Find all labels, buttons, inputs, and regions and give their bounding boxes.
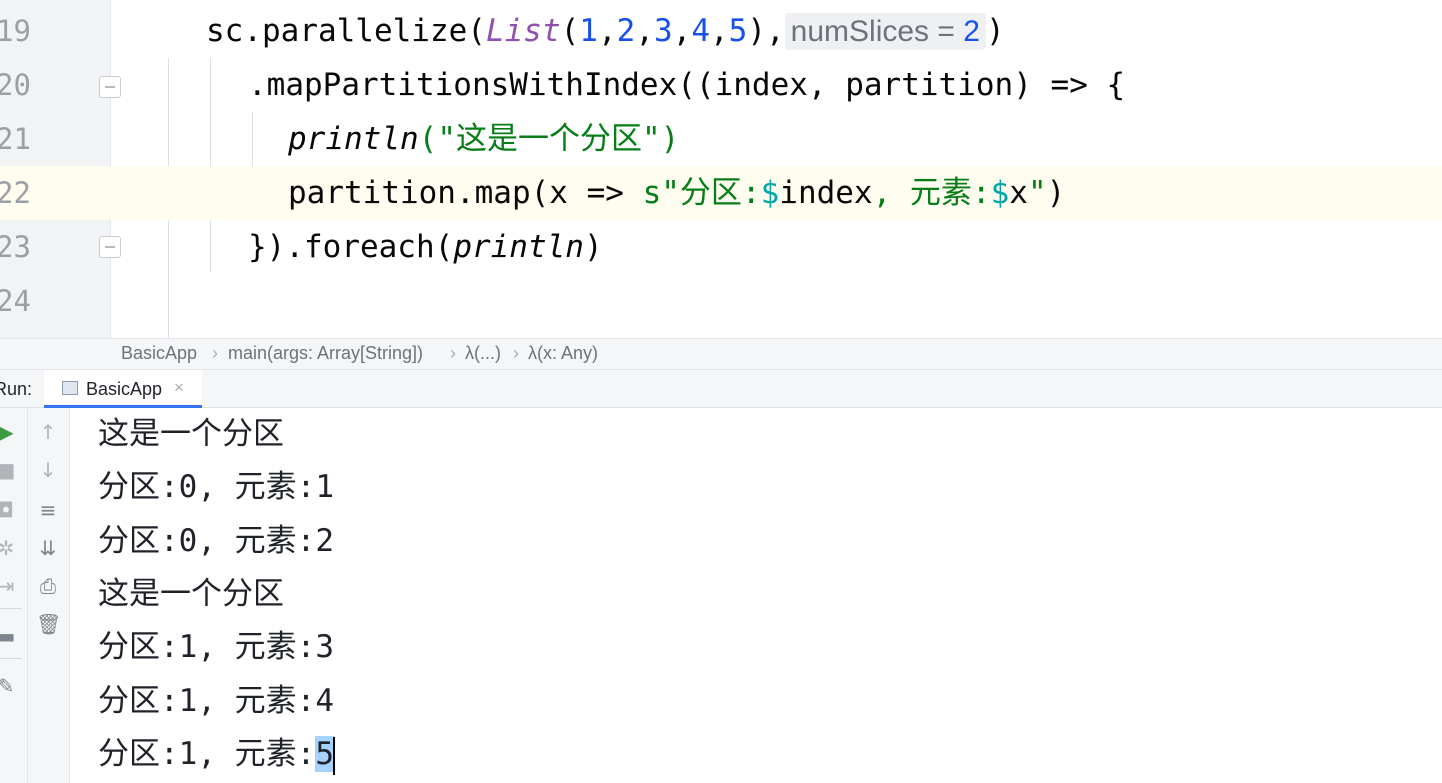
print-icon[interactable]: ⎙	[36, 576, 60, 596]
code-number: 2	[616, 13, 636, 49]
breadcrumb-item[interactable]: λ(x: Any)	[528, 343, 598, 364]
soft-wrap-icon[interactable]: ≡	[36, 500, 60, 520]
breadcrumb-item[interactable]: main(args: Array[String])	[228, 343, 423, 364]
code-editor[interactable]: 19 20 21 22 23 24 sc.parallelize(List(1,…	[0, 0, 1442, 338]
line-number: 23	[0, 230, 31, 264]
console-icon	[62, 381, 78, 395]
camera-icon[interactable]: ◘	[0, 500, 18, 520]
line-number: 24	[0, 284, 31, 318]
scroll-to-end-icon[interactable]: ⇊	[36, 538, 60, 558]
text-caret	[333, 736, 335, 775]
arrow-down-icon[interactable]: ↓	[36, 460, 60, 480]
line-number: 19	[0, 14, 31, 48]
fold-collapse-icon[interactable]	[99, 76, 121, 98]
pin-icon[interactable]: ✎	[0, 676, 18, 696]
close-tab-icon[interactable]: ×	[174, 378, 184, 398]
code-number: 5	[728, 13, 748, 49]
code-token: x	[1009, 175, 1028, 211]
code-token-function: println	[453, 229, 584, 265]
code-token: }).foreach(	[248, 229, 454, 265]
code-number: 1	[579, 13, 598, 49]
code-token-type: List	[485, 13, 561, 49]
code-interpolation: $	[990, 175, 1010, 211]
debug-icon[interactable]: ✲	[0, 538, 18, 558]
code-line-19[interactable]: sc.parallelize(List(1,2,3,4,5), numSlices…	[206, 4, 1442, 58]
code-string: "	[1027, 175, 1047, 211]
exit-icon[interactable]: ⇥	[0, 576, 18, 596]
code-token: index	[779, 175, 873, 211]
run-toolbar-primary: ▶ ■ ◘ ✲ ⇥ ▬ ✎	[0, 408, 28, 783]
code-line-21[interactable]: println("这是一个分区")	[288, 112, 1442, 166]
breadcrumb-item[interactable]: λ(...)	[465, 343, 501, 364]
run-console[interactable]: ▶ ■ ◘ ✲ ⇥ ▬ ✎ ↑ ↓ ≡ ⇊ ⎙ 🗑 这是一个分区 分区:0, 元…	[0, 408, 1442, 783]
code-token: .mapPartitionsWithIndex((index, partitio…	[248, 67, 1126, 103]
run-toolbar-secondary: ↑ ↓ ≡ ⇊ ⎙ 🗑	[28, 408, 70, 783]
toolbar-separator	[0, 658, 22, 659]
breadcrumb: BasicApp › main(args: Array[String]) › λ…	[0, 338, 1442, 370]
code-string: ("这是一个分区")	[418, 121, 680, 157]
code-token-function: println	[288, 121, 419, 157]
code-token: sc.parallelize(	[206, 13, 486, 49]
code-number: 4	[691, 13, 710, 49]
console-output-line: 分区:0, 元素:1	[98, 469, 334, 505]
toolbar-separator	[0, 608, 22, 609]
console-output-line: 这是一个分区	[98, 576, 284, 612]
code-line-22[interactable]: partition.map(x => s"分区:$index, 元素:$x")	[110, 166, 1442, 220]
console-output-line: 分区:1, 元素:3	[98, 629, 334, 665]
run-label: Run:	[0, 379, 33, 399]
console-output-line: 分区:1, 元素:4	[98, 683, 334, 719]
breadcrumb-separator-icon: ›	[513, 343, 519, 363]
code-token: )	[985, 13, 1005, 49]
code-token: ),	[747, 13, 785, 49]
console-output-line: 分区:1, 元素:5	[98, 728, 335, 781]
code-token: partition.map(x =>	[288, 175, 643, 211]
indent-guide	[210, 58, 211, 272]
code-string: , 元素:	[872, 175, 991, 211]
breadcrumb-separator-icon: ›	[450, 343, 456, 363]
line-number: 21	[0, 122, 31, 156]
breadcrumb-separator-icon: ›	[212, 343, 218, 363]
parameter-hint: numSlices = 2	[784, 13, 986, 50]
breadcrumb-item[interactable]: BasicApp	[121, 343, 197, 364]
trash-icon[interactable]: 🗑	[36, 614, 61, 634]
code-interpolation: $	[760, 175, 780, 211]
play-icon[interactable]: ▶	[0, 422, 18, 442]
fold-end-icon[interactable]	[99, 236, 121, 258]
parameter-hint-name: numSlices =	[790, 15, 964, 48]
parameter-hint-value: 2	[963, 15, 980, 48]
code-string: s"分区:	[642, 175, 761, 211]
line-number: 22	[0, 176, 31, 210]
code-number: 3	[653, 13, 673, 49]
console-output-line: 分区:0, 元素:2	[98, 523, 334, 559]
console-text: 分区:1, 元素:	[98, 736, 316, 772]
line-number: 20	[0, 68, 31, 102]
stop-icon[interactable]: ■	[0, 460, 18, 480]
console-output-line: 这是一个分区	[98, 416, 284, 452]
text-selection[interactable]: 5	[315, 736, 334, 772]
arrow-up-icon[interactable]: ↑	[36, 422, 60, 442]
run-tab-label: BasicApp	[86, 379, 163, 399]
layout-icon[interactable]: ▬	[0, 626, 18, 646]
code-token: )	[583, 229, 603, 265]
code-line-23[interactable]: }).foreach(println)	[248, 220, 1442, 274]
run-tool-window-header: Run: BasicApp ×	[0, 370, 1442, 408]
code-token: (	[560, 13, 580, 49]
code-token: )	[1046, 175, 1066, 211]
code-line-20[interactable]: .mapPartitionsWithIndex((index, partitio…	[248, 58, 1442, 112]
